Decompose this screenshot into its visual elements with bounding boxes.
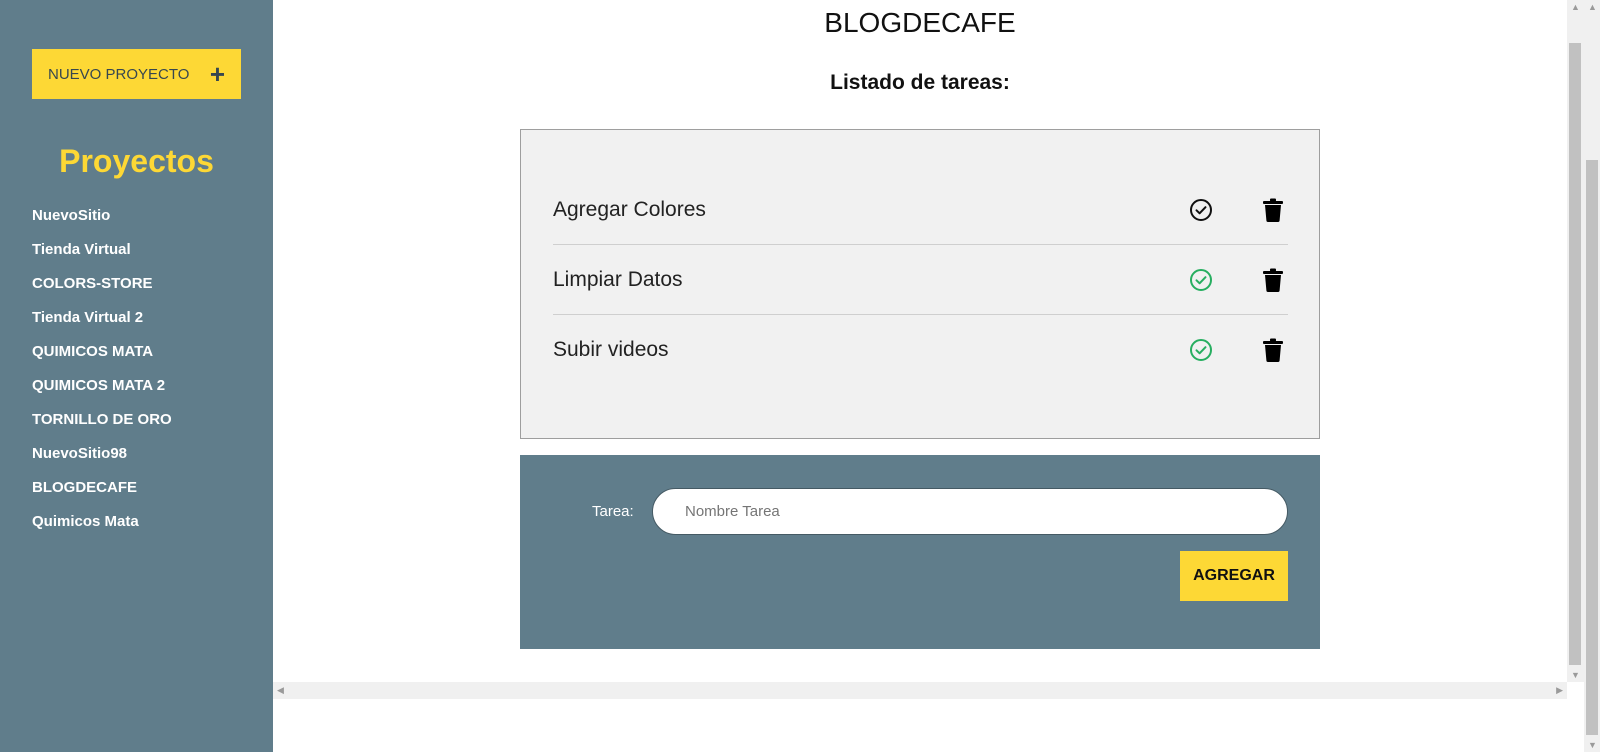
sidebar-item-project[interactable]: NuevoSitio bbox=[32, 206, 172, 240]
projects-title: Proyectos bbox=[59, 143, 214, 179]
sidebar-item-project[interactable]: BLOGDECAFE bbox=[32, 478, 172, 512]
sidebar-item-project[interactable]: QUIMICOS MATA bbox=[32, 342, 172, 376]
trash-icon[interactable] bbox=[1258, 195, 1288, 225]
task-name-input[interactable] bbox=[652, 488, 1288, 535]
trash-icon[interactable] bbox=[1258, 335, 1288, 365]
sidebar-item-project[interactable]: Quimicos Mata bbox=[32, 512, 172, 546]
trash-icon[interactable] bbox=[1258, 265, 1288, 295]
window-vertical-scrollbar[interactable]: ▲ ▼ bbox=[1584, 0, 1600, 752]
task-name: Agregar Colores bbox=[553, 197, 706, 221]
task-row: Limpiar Datos bbox=[553, 245, 1288, 315]
task-row: Agregar Colores bbox=[553, 175, 1288, 245]
task-list-heading: Listado de tareas: bbox=[830, 71, 1010, 94]
sidebar-item-project[interactable]: TORNILLO DE ORO bbox=[32, 410, 172, 444]
sidebar: NUEVO PROYECTO + Proyectos NuevoSitio Ti… bbox=[0, 0, 273, 752]
project-list: NuevoSitio Tienda Virtual COLORS-STORE T… bbox=[32, 206, 172, 546]
new-project-button[interactable]: NUEVO PROYECTO + bbox=[32, 49, 241, 99]
scroll-right-arrow-icon[interactable]: ▶ bbox=[1556, 685, 1563, 696]
sidebar-item-project[interactable]: Tienda Virtual bbox=[32, 240, 172, 274]
sidebar-item-project[interactable]: Tienda Virtual 2 bbox=[32, 308, 172, 342]
sidebar-item-project[interactable]: QUIMICOS MATA 2 bbox=[32, 376, 172, 410]
new-project-label: NUEVO PROYECTO bbox=[48, 65, 190, 83]
scroll-up-arrow-icon[interactable]: ▲ bbox=[1588, 2, 1597, 12]
add-task-form: Tarea: AGREGAR bbox=[520, 455, 1320, 649]
project-title: BLOGDECAFE bbox=[824, 7, 1016, 38]
task-name: Subir videos bbox=[553, 338, 669, 361]
check-circle-icon[interactable] bbox=[1186, 265, 1216, 295]
vertical-scrollbar[interactable]: ▲ ▼ bbox=[1567, 0, 1584, 682]
scroll-left-arrow-icon[interactable]: ◀ bbox=[277, 685, 284, 696]
sidebar-item-project[interactable]: NuevoSitio98 bbox=[32, 444, 172, 478]
horizontal-scrollbar[interactable]: ◀ ▶ bbox=[273, 682, 1567, 699]
plus-icon: + bbox=[209, 59, 225, 89]
check-circle-icon[interactable] bbox=[1186, 195, 1216, 225]
scrollbar-thumb[interactable] bbox=[1586, 160, 1598, 735]
task-name: Limpiar Datos bbox=[553, 267, 683, 291]
task-list: Agregar Colores Limpiar Datos Subir vide… bbox=[520, 129, 1320, 439]
main-content: BLOGDECAFE Listado de tareas: Agregar Co… bbox=[273, 0, 1567, 682]
add-task-button[interactable]: AGREGAR bbox=[1180, 551, 1288, 601]
sidebar-item-project[interactable]: COLORS-STORE bbox=[32, 274, 172, 308]
task-field-label: Tarea: bbox=[592, 503, 634, 520]
scroll-up-arrow-icon[interactable]: ▲ bbox=[1571, 2, 1580, 12]
scrollbar-thumb[interactable] bbox=[1569, 43, 1581, 665]
check-circle-icon[interactable] bbox=[1186, 335, 1216, 365]
scroll-down-arrow-icon[interactable]: ▼ bbox=[1571, 670, 1580, 680]
scroll-down-arrow-icon[interactable]: ▼ bbox=[1588, 740, 1597, 750]
task-row: Subir videos bbox=[553, 315, 1288, 385]
